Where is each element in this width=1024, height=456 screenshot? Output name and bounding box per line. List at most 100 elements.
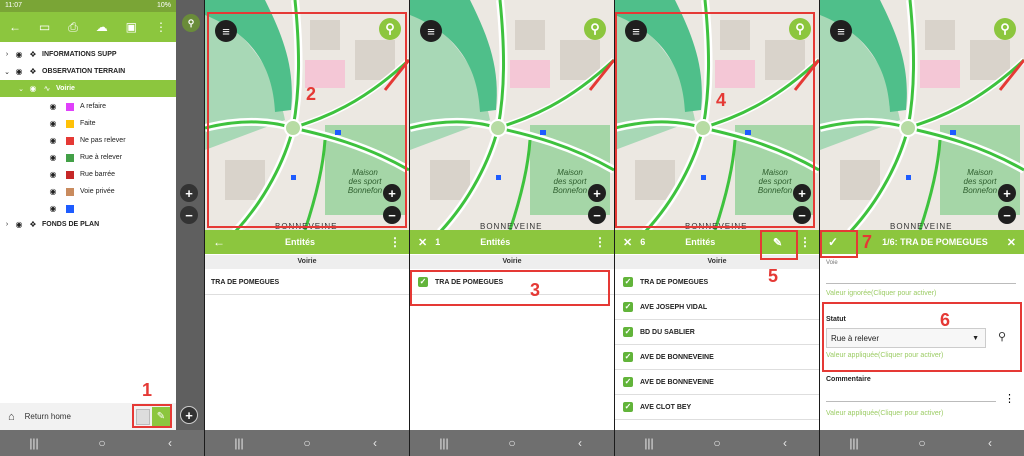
close-icon[interactable]: ✕ — [623, 236, 632, 249]
zoom-out-button[interactable]: − — [383, 206, 401, 224]
checkbox-checked-icon[interactable]: ✓ — [623, 352, 633, 362]
search-icon[interactable]: ⚲ — [379, 18, 401, 40]
edit-pencil-button[interactable]: ✎ — [152, 407, 170, 427]
back-nav-icon[interactable]: ‹ — [770, 436, 800, 450]
entity-row[interactable]: ✓ AVE JOSEPH VIDAL — [615, 295, 819, 320]
zoom-out-button[interactable]: − — [998, 206, 1016, 224]
home-nav-icon[interactable]: ○ — [87, 436, 117, 450]
legend-item[interactable]: ◉ Voie privée — [0, 183, 176, 200]
checkbox-checked-icon[interactable]: ✓ — [623, 302, 633, 312]
menu-icon[interactable]: ≡ — [625, 20, 647, 42]
search-icon[interactable]: ⚲ — [994, 18, 1016, 40]
more-vert-icon[interactable]: ⋮ — [799, 235, 811, 249]
map-view[interactable]: Maison des sport Bonnefon BONNEVEINE ≡ ⚲ + − — [615, 0, 819, 232]
statut-status-link[interactable]: Valeur appliquée(Cliquer pour activer) — [826, 352, 943, 359]
check-icon[interactable]: ✓ — [828, 235, 838, 249]
legend-item[interactable]: ◉ Rue à relever — [0, 149, 176, 166]
map-view[interactable]: Maison des sport Bonnefon BONNEVEINE ≡ ⚲ + − — [205, 0, 409, 232]
close-icon[interactable]: ✕ — [1007, 236, 1016, 249]
back-nav-icon[interactable]: ‹ — [360, 436, 390, 450]
return-home-link[interactable]: Return home — [25, 412, 71, 421]
legend-item[interactable]: ◉ — [0, 200, 176, 217]
more-vert-icon[interactable]: ⋮ — [155, 20, 167, 34]
zoom-out-button[interactable]: − — [588, 206, 606, 224]
back-nav-icon[interactable]: ‹ — [155, 436, 185, 450]
chevron-right-icon[interactable]: › — [0, 51, 14, 58]
back-arrow-icon[interactable]: ← — [213, 235, 225, 249]
eye-icon[interactable]: ◉ — [48, 136, 58, 145]
eye-icon[interactable]: ◉ — [48, 153, 58, 162]
entity-row[interactable]: ✓ AVE DE BONNEVEINE — [615, 370, 819, 395]
comment-status-link[interactable]: Valeur appliquée(Cliquer pour activer) — [826, 410, 943, 417]
search-icon[interactable]: ⚲ — [789, 18, 811, 40]
entity-row[interactable]: ✓ AVE CLOT BEY — [615, 395, 819, 420]
more-vert-icon[interactable]: ⋮ — [594, 235, 606, 249]
eye-icon[interactable]: ◉ — [14, 220, 24, 229]
more-vert-icon[interactable]: ⋮ — [1004, 392, 1015, 405]
entity-row[interactable]: ✓ TRA DE POMEGUES — [615, 270, 819, 295]
search-icon[interactable]: ⚲ — [584, 18, 606, 40]
checkbox-checked-icon[interactable]: ✓ — [623, 377, 633, 387]
chevron-down-icon[interactable]: ⌄ — [0, 85, 24, 93]
chevron-right-icon[interactable]: › — [0, 221, 14, 228]
zoom-in-button[interactable]: + — [383, 184, 401, 202]
legend-item[interactable]: ◉ A refaire — [0, 98, 176, 115]
back-nav-icon[interactable]: ‹ — [975, 436, 1005, 450]
entity-row[interactable]: ✓ AVE DE BONNEVEINE — [615, 345, 819, 370]
checkbox-checked-icon[interactable]: ✓ — [623, 327, 633, 337]
recents-icon[interactable]: ||| — [224, 436, 254, 450]
ruler-icon[interactable]: ▭ — [39, 20, 50, 34]
home-icon[interactable]: ⌂ — [8, 411, 15, 423]
recents-icon[interactable]: ||| — [19, 436, 49, 450]
eye-icon[interactable]: ◉ — [48, 119, 58, 128]
menu-icon[interactable]: ≡ — [420, 20, 442, 42]
eye-icon[interactable]: ◉ — [28, 84, 38, 93]
add-circle-icon[interactable]: + — [180, 406, 198, 424]
home-nav-icon[interactable]: ○ — [907, 436, 937, 450]
voie-status-link[interactable]: Valeur ignorée(Cliquer pour activer) — [826, 290, 936, 297]
checkbox-checked-icon[interactable]: ✓ — [623, 277, 633, 287]
checkbox-checked-icon[interactable]: ✓ — [623, 402, 633, 412]
layer-group-informations[interactable]: › ◉ ❖ INFORMATIONS SUPP — [0, 46, 176, 63]
entity-row[interactable]: TRA DE POMEGUES — [205, 270, 409, 295]
recents-icon[interactable]: ||| — [634, 436, 664, 450]
more-vert-icon[interactable]: ⋮ — [389, 235, 401, 249]
chevron-down-icon[interactable]: ⌄ — [0, 68, 14, 76]
layer-group-observation[interactable]: ⌄ ◉ ❖ OBSERVATION TERRAIN — [0, 63, 176, 80]
home-nav-icon[interactable]: ○ — [292, 436, 322, 450]
recents-icon[interactable]: ||| — [429, 436, 459, 450]
zoom-out-button[interactable]: − — [793, 206, 811, 224]
eye-icon[interactable]: ◉ — [14, 67, 24, 76]
layer-group-fonds[interactable]: › ◉ ❖ FONDS DE PLAN — [0, 216, 176, 233]
legend-item[interactable]: ◉ Ne pas relever — [0, 132, 176, 149]
recents-icon[interactable]: ||| — [839, 436, 869, 450]
printer-icon[interactable]: ⎙ — [68, 20, 78, 35]
map-view[interactable]: Maison des sport Bonnefon BONNEVEINE ≡ ⚲ + − — [820, 0, 1024, 232]
checkbox-checked-icon[interactable]: ✓ — [418, 277, 428, 287]
back-arrow-icon[interactable]: ← — [9, 20, 21, 34]
zoom-in-button[interactable]: + — [588, 184, 606, 202]
search-icon[interactable]: ⚲ — [182, 14, 200, 32]
zoom-in-button[interactable]: + — [180, 184, 198, 202]
close-icon[interactable]: ✕ — [418, 236, 427, 249]
zoom-in-button[interactable]: + — [998, 184, 1016, 202]
legend-item[interactable]: ◉ Faite — [0, 115, 176, 132]
folder-settings-icon[interactable]: ▣ — [126, 20, 137, 34]
eye-icon[interactable]: ◉ — [48, 187, 58, 196]
eye-icon[interactable]: ◉ — [14, 50, 24, 59]
cloud-icon[interactable]: ☁ — [96, 20, 108, 34]
eye-icon[interactable]: ◉ — [48, 102, 58, 111]
zoom-out-button[interactable]: − — [180, 206, 198, 224]
edit-multiple-icon[interactable]: ✎ — [773, 236, 782, 249]
legend-item[interactable]: ◉ Rue barrée — [0, 166, 176, 183]
entity-row[interactable]: ✓ BD DU SABLIER — [615, 320, 819, 345]
voie-input[interactable] — [826, 272, 1016, 284]
back-nav-icon[interactable]: ‹ — [565, 436, 595, 450]
search-icon[interactable]: ⚲ — [998, 330, 1006, 343]
statut-select[interactable]: Rue à relever ▼ — [826, 328, 986, 348]
home-nav-icon[interactable]: ○ — [497, 436, 527, 450]
layer-voirie-selected[interactable]: ⌄ ◉ ∿ Voirie — [0, 80, 176, 97]
home-nav-icon[interactable]: ○ — [702, 436, 732, 450]
map-view[interactable]: Maison des sport Bonnefon BONNEVEINE ≡ ⚲ + − — [410, 0, 614, 232]
menu-icon[interactable]: ≡ — [215, 20, 237, 42]
